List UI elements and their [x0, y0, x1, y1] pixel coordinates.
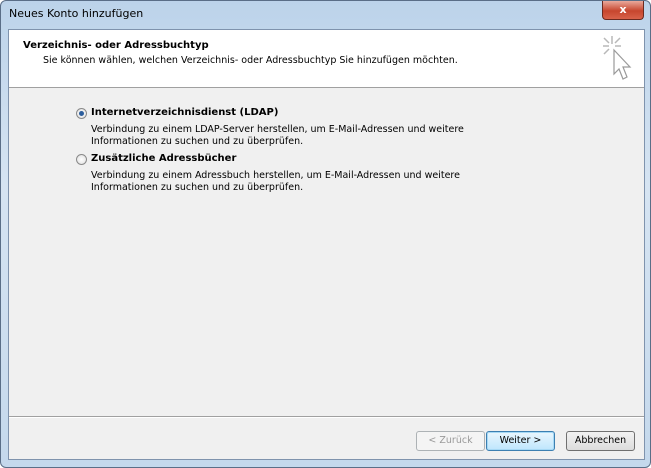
radio-address-books[interactable] [76, 154, 87, 165]
dialog-window: Neues Konto hinzufügen x Verzeichnis- od… [0, 0, 651, 468]
option-label[interactable]: Internetverzeichnisdienst (LDAP) [91, 107, 278, 118]
close-button[interactable]: x [602, 1, 644, 20]
option-description: Verbindung zu einem Adressbuch herstelle… [91, 170, 460, 194]
next-button[interactable]: Weiter > [486, 431, 555, 451]
radio-ldap[interactable] [76, 108, 87, 119]
desc-line: Informationen zu suchen und zu überprüfe… [91, 136, 304, 147]
cancel-button[interactable]: Abbrechen [566, 431, 635, 451]
option-description: Verbindung zu einem LDAP-Server herstell… [91, 124, 464, 148]
back-button[interactable]: < Zurück [416, 431, 485, 451]
desc-line: Informationen zu suchen und zu überprüfe… [91, 182, 304, 193]
option-label[interactable]: Zusätzliche Adressbücher [91, 153, 236, 164]
desc-line: Verbindung zu einem LDAP-Server herstell… [91, 124, 464, 135]
window-title: Neues Konto hinzufügen [9, 7, 144, 20]
dialog-client: Verzeichnis- oder Adressbuchtyp Sie könn… [8, 29, 645, 460]
page-title: Verzeichnis- oder Adressbuchtyp [23, 40, 209, 51]
page-subtitle: Sie können wählen, welchen Verzeichnis- … [43, 55, 458, 66]
wizard-header: Verzeichnis- oder Adressbuchtyp Sie könn… [9, 30, 644, 88]
wand-cursor-icon [603, 36, 632, 80]
desc-line: Verbindung zu einem Adressbuch herstelle… [91, 170, 460, 181]
footer-divider [9, 416, 644, 418]
